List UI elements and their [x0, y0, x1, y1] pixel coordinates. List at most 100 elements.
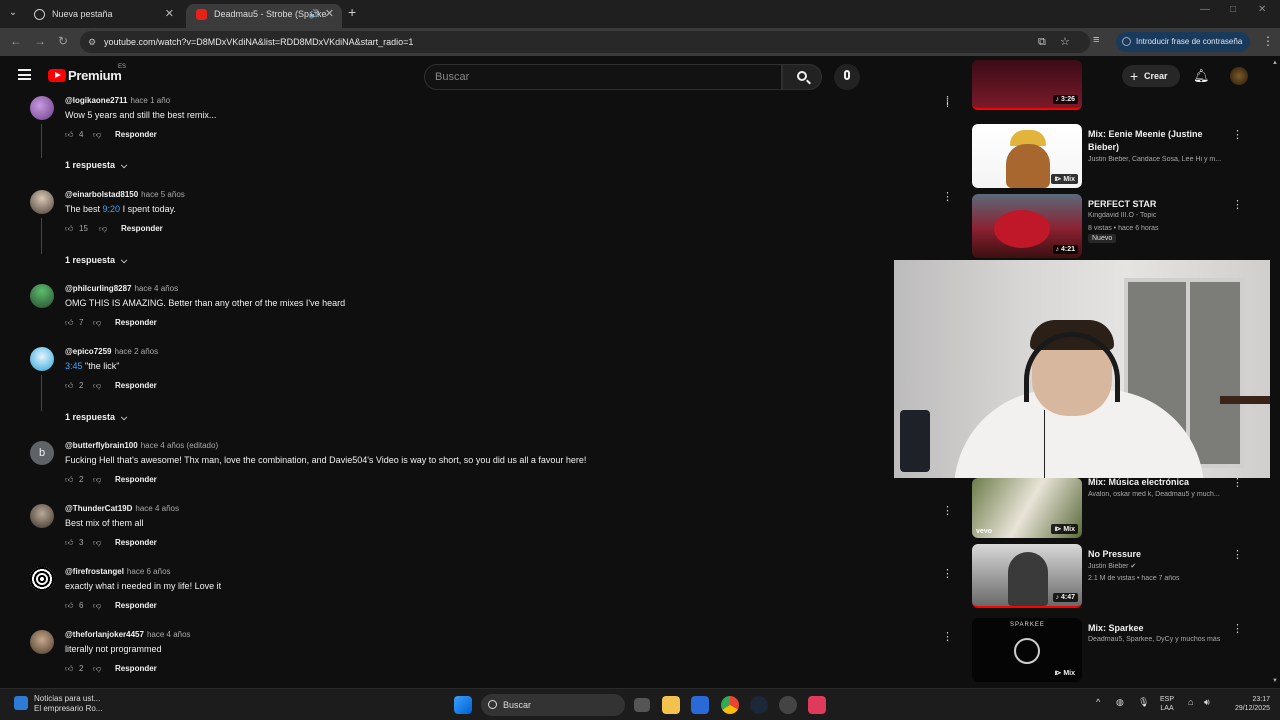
system-clock[interactable]: 23:17 29/12/2025 [1226, 695, 1270, 713]
reload-icon[interactable]: ↻ [58, 34, 68, 48]
related-video[interactable]: SPARKEE ⧐ Mix Mix: Sparkee Deadmau5, Spa… [970, 618, 1250, 682]
new-tab-button[interactable]: + [348, 4, 356, 20]
like-icon[interactable]: 👍︎ [65, 224, 75, 234]
related-video[interactable]: ♪ 4:47 No Pressure Justin Bieber ✔ 2.1 M… [970, 544, 1250, 608]
dislike-icon[interactable]: 👎︎ [93, 664, 103, 674]
comment-time[interactable]: hace 1 año [131, 96, 171, 105]
comment-time[interactable]: hace 2 años [115, 347, 159, 356]
comment-time[interactable]: hace 4 años [147, 630, 191, 639]
comment-menu-icon[interactable]: ⋮ [942, 504, 953, 517]
replies-toggle[interactable]: 1 respuesta ⌵ [65, 412, 127, 423]
dislike-icon[interactable]: 👎︎ [93, 381, 103, 391]
like-icon[interactable]: 👍︎ [65, 318, 75, 328]
avatar[interactable] [30, 504, 54, 528]
video-thumbnail[interactable]: ♪ 4:21 [972, 194, 1082, 258]
avatar[interactable] [30, 347, 54, 371]
install-icon[interactable]: ⧉ [1038, 31, 1046, 53]
chrome-icon[interactable] [721, 696, 739, 714]
like-icon[interactable]: 👍︎ [65, 130, 75, 140]
video-menu-icon[interactable]: ⋮ [1232, 622, 1243, 635]
back-icon[interactable]: ← [10, 34, 22, 48]
minimize-icon[interactable]: — [1200, 4, 1210, 15]
comment-author[interactable]: @philcurling8287 [65, 284, 131, 293]
avatar[interactable] [30, 284, 54, 308]
bookmark-star-icon[interactable]: ☆ [1060, 31, 1070, 53]
microphone-icon[interactable]: 🎙︎ [1138, 697, 1149, 708]
video-menu-icon[interactable]: ⋮ [1232, 128, 1243, 141]
comment-time[interactable]: hace 6 años [127, 567, 171, 576]
search-input[interactable]: Buscar [424, 64, 782, 90]
avatar[interactable] [30, 630, 54, 654]
avatar[interactable] [30, 96, 54, 120]
browser-menu-icon[interactable]: ⋮ [1262, 34, 1274, 48]
like-icon[interactable]: 👍︎ [65, 538, 75, 548]
timestamp-link[interactable]: 3:45 [65, 361, 83, 371]
video-title[interactable]: Mix: Eenie Meenie (Justine Bieber) [1088, 128, 1228, 154]
like-icon[interactable]: 👍︎ [65, 475, 75, 485]
comment-author[interactable]: @epico7259 [65, 347, 112, 356]
reply-button[interactable]: Responder [115, 475, 157, 484]
language-indicator[interactable]: ESP LAA [1160, 695, 1174, 713]
reply-button[interactable]: Responder [115, 601, 157, 610]
scroll-down-icon[interactable]: ▼ [1272, 678, 1278, 684]
app-icon[interactable] [779, 696, 797, 714]
maximize-icon[interactable]: □ [1230, 4, 1236, 15]
avatar[interactable] [30, 567, 54, 591]
volume-icon[interactable]: 🔊︎ [1204, 697, 1210, 708]
comment-time[interactable]: hace 5 años [141, 190, 185, 199]
store-icon[interactable] [691, 696, 709, 714]
page-scrollbar[interactable]: ▲ ▼ [1270, 56, 1280, 688]
tiktok-icon[interactable] [808, 696, 826, 714]
avatar[interactable]: b [30, 441, 54, 465]
related-video[interactable]: ♪ 3:26 [970, 60, 1250, 112]
comment-time[interactable]: hace 4 años [134, 284, 178, 293]
comment-time[interactable]: hace 4 años (editado) [141, 441, 218, 450]
replies-toggle[interactable]: 1 respuesta ⌵ [65, 255, 127, 266]
related-video[interactable]: ♪ 4:21 PERFECT STAR Kingdavid III.O - To… [970, 194, 1250, 258]
dislike-icon[interactable]: 👎︎ [93, 130, 103, 140]
news-widget[interactable]: Noticias para ust... El empresario Ro... [14, 694, 102, 714]
video-thumbnail[interactable]: vevo ⧐ Mix [972, 478, 1082, 538]
password-prompt-button[interactable]: Introducir frase de contraseña [1116, 32, 1250, 52]
comment-author[interactable]: @logikaone2711 [65, 96, 128, 105]
comment-author[interactable]: @ThunderCat19D [65, 504, 132, 513]
comment-author[interactable]: @theforlanjoker4457 [65, 630, 144, 639]
network-icon[interactable]: ⌂ [1188, 697, 1193, 707]
tray-chevron-icon[interactable]: ^ [1096, 697, 1100, 707]
like-icon[interactable]: 👍︎ [65, 601, 75, 611]
channel-name[interactable]: Justin Bieber ✔ [1088, 562, 1236, 570]
close-window-icon[interactable]: ✕ [1258, 4, 1266, 15]
comment-menu-icon[interactable]: ⋮ [942, 567, 953, 580]
url-field[interactable]: ⚙ youtube.com/watch?v=D8MDxVKdiNA&list=R… [80, 31, 1090, 53]
comment-menu-icon[interactable]: ⋮ [942, 190, 953, 203]
taskbar-search[interactable]: Buscar [481, 694, 625, 716]
comment-author[interactable]: @firefrostangel [65, 567, 124, 576]
close-tab-icon[interactable]: ✕ [325, 4, 334, 24]
tray-app-icon[interactable]: ◍ [1116, 697, 1124, 708]
avatar[interactable] [30, 190, 54, 214]
site-info-icon[interactable]: ⚙ [88, 31, 96, 53]
video-title[interactable]: PERFECT STAR [1088, 198, 1228, 211]
related-video[interactable]: vevo ⧐ Mix Mix: Música electrónica Avalo… [970, 474, 1250, 538]
tab-new-tab[interactable]: Nueva pestaña ✕ [24, 4, 182, 28]
comment-menu-icon[interactable]: ⋮ [942, 94, 953, 107]
like-icon[interactable]: 👍︎ [65, 381, 75, 391]
file-explorer-icon[interactable] [662, 696, 680, 714]
comment-author[interactable]: @butterflybrain100 [65, 441, 138, 450]
reply-button[interactable]: Responder [115, 130, 157, 139]
video-title[interactable]: No Pressure [1088, 548, 1228, 561]
speaker-icon[interactable]: 🔊 [309, 4, 320, 24]
task-view-icon[interactable] [634, 698, 650, 712]
video-menu-icon[interactable]: ⋮ [1232, 548, 1243, 561]
dislike-icon[interactable]: 👎︎ [93, 538, 103, 548]
scroll-up-icon[interactable]: ▲ [1272, 60, 1278, 66]
reply-button[interactable]: Responder [121, 224, 163, 233]
dislike-icon[interactable]: 👎︎ [99, 224, 109, 234]
video-title[interactable]: Mix: Sparkee [1088, 622, 1228, 635]
media-control-icon[interactable]: ≡ [1093, 34, 1099, 46]
dislike-icon[interactable]: 👎︎ [93, 318, 103, 328]
video-thumbnail[interactable]: ⧐ Mix [972, 124, 1082, 188]
video-menu-icon[interactable]: ⋮ [1232, 198, 1243, 211]
voice-search-button[interactable] [834, 64, 860, 90]
timestamp-link[interactable]: 9:20 [103, 204, 121, 214]
